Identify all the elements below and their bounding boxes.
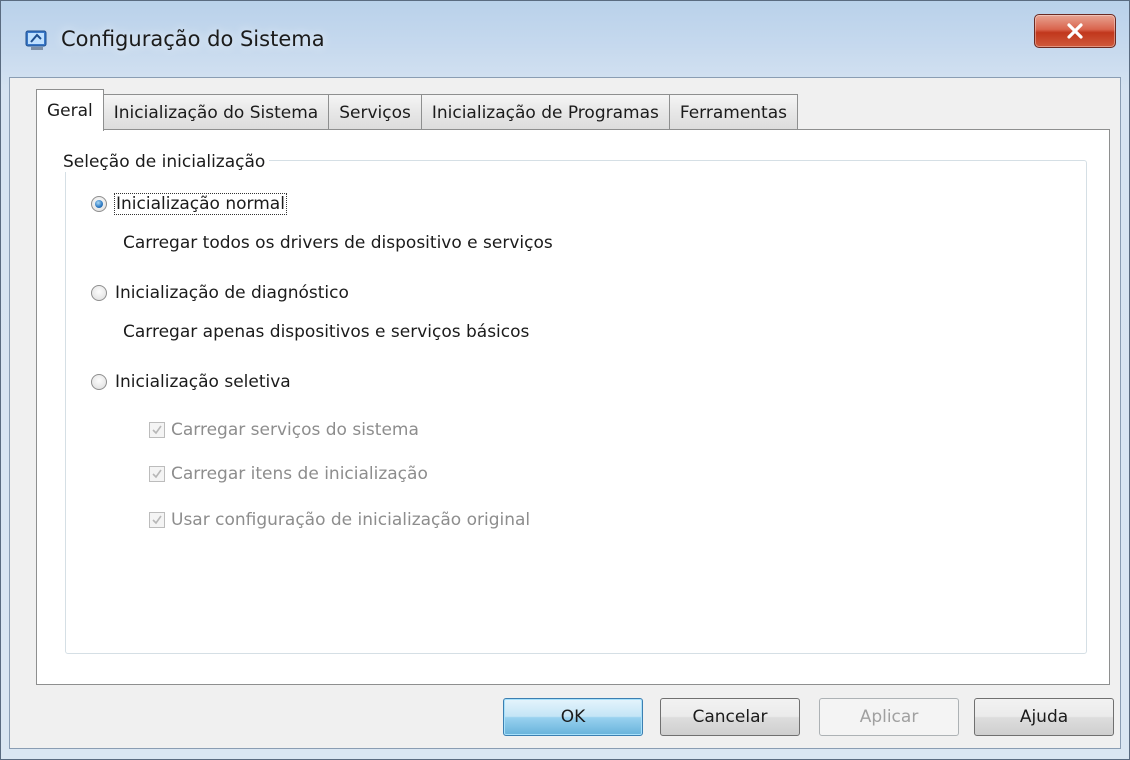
check-use-original-boot-config[interactable]: Usar configuração de inicialização origi… <box>149 510 530 530</box>
tab-servicos[interactable]: Serviços <box>328 94 422 130</box>
tab-inicializacao-de-programas[interactable]: Inicialização de Programas <box>420 94 670 130</box>
radio-normal-label: Inicialização normal <box>114 193 287 215</box>
cancel-button[interactable]: Cancelar <box>660 698 800 736</box>
checkbox-disabled[interactable] <box>149 466 165 482</box>
radio-button[interactable] <box>91 374 107 390</box>
msconfig-window: Configuração do Sistema Geral Inicializa… <box>0 0 1130 760</box>
checkmark-icon <box>152 515 162 525</box>
close-icon <box>1067 23 1083 39</box>
checkmark-icon <box>152 425 162 435</box>
close-button[interactable] <box>1034 14 1116 48</box>
radio-diagnostic-label: Inicialização de diagnóstico <box>115 283 349 303</box>
radio-normal-startup[interactable]: Inicialização normal <box>91 193 287 215</box>
system-config-icon <box>25 30 47 50</box>
help-button[interactable]: Ajuda <box>974 698 1114 736</box>
radio-button[interactable] <box>91 285 107 301</box>
tab-geral[interactable]: Geral <box>36 89 104 131</box>
tab-inicializacao-do-sistema[interactable]: Inicialização do Sistema <box>102 94 330 130</box>
group-legend: Seleção de inicialização <box>59 152 270 172</box>
diagnostic-startup-description: Carregar apenas dispositivos e serviços … <box>123 322 530 342</box>
checkbox-disabled[interactable] <box>149 422 165 438</box>
check-load-startup-items-label: Carregar itens de inicialização <box>171 464 428 484</box>
dialog-client-area: Geral Inicialização do Sistema Serviços … <box>9 77 1121 749</box>
tab-ferramentas[interactable]: Ferramentas <box>668 94 798 130</box>
title-bar[interactable]: Configuração do Sistema <box>1 1 1129 79</box>
window-title: Configuração do Sistema <box>61 27 325 51</box>
tab-strip: Geral Inicialização do Sistema Serviços … <box>36 89 798 131</box>
check-load-system-services-label: Carregar serviços do sistema <box>171 420 419 440</box>
check-use-original-boot-config-label: Usar configuração de inicialização origi… <box>171 510 531 530</box>
checkbox-disabled[interactable] <box>149 512 165 528</box>
radio-selective-startup[interactable]: Inicialização seletiva <box>91 372 291 392</box>
radio-button-selected[interactable] <box>91 196 107 212</box>
checkmark-icon <box>152 469 162 479</box>
tab-panel-geral: Seleção de inicialização Inicialização n… <box>36 129 1110 685</box>
check-load-startup-items[interactable]: Carregar itens de inicialização <box>149 464 428 484</box>
ok-button[interactable]: OK <box>503 698 643 736</box>
radio-diagnostic-startup[interactable]: Inicialização de diagnóstico <box>91 283 349 303</box>
normal-startup-description: Carregar todos os drivers de dispositivo… <box>123 233 553 253</box>
apply-button[interactable]: Aplicar <box>819 698 959 736</box>
radio-selective-label: Inicialização seletiva <box>115 372 291 392</box>
check-load-system-services[interactable]: Carregar serviços do sistema <box>149 420 419 440</box>
